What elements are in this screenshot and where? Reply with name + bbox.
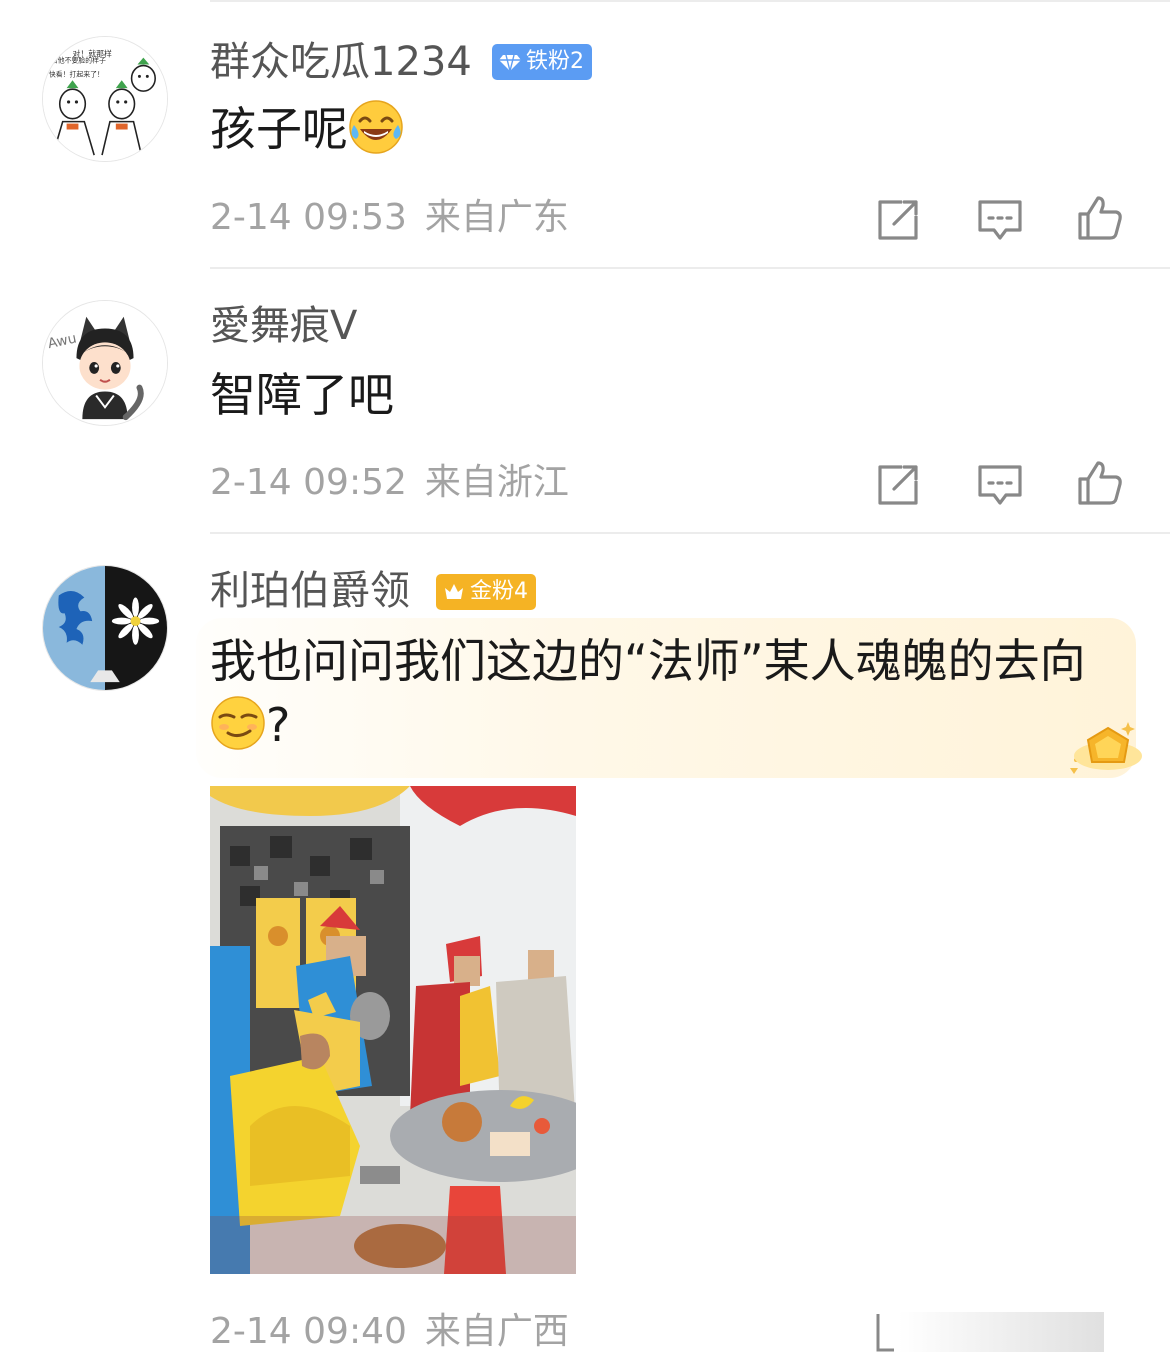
- laugh-cry-emoji: [349, 100, 403, 154]
- thumbs-up-icon[interactable]: [1074, 457, 1126, 509]
- comment-text-line2: ?: [210, 694, 290, 756]
- crown-icon: [445, 584, 463, 599]
- username[interactable]: 愛舞痕V: [210, 302, 357, 350]
- comment-meta: 2-14 09:52 来自浙江: [210, 461, 569, 505]
- divider: [210, 267, 1170, 269]
- comment-list: 对！就那样 给他不要脸的样子 快看！打起来了！ 群众吃瓜1234 铁粉2 孩子呢…: [0, 0, 1170, 1372]
- badge-label: 金粉4: [470, 579, 528, 604]
- fan-badge[interactable]: 铁粉2: [492, 44, 592, 80]
- action-bar-partial: [874, 1312, 1104, 1352]
- username[interactable]: 利珀伯爵领: [210, 567, 410, 615]
- gold-medal-icon: [1066, 716, 1152, 780]
- comment-time: 2-14 09:53: [210, 197, 407, 238]
- username[interactable]: 群众吃瓜1234: [210, 38, 472, 86]
- comment-text: 智障了吧: [210, 368, 394, 422]
- comment-location: 来自浙江: [424, 462, 569, 503]
- reply-icon[interactable]: [974, 459, 1026, 511]
- share-icon[interactable]: [872, 459, 924, 511]
- comment-text-content: ?: [266, 698, 291, 752]
- badge-label: 铁粉2: [526, 49, 584, 74]
- comment-text-line1: 我也问问我们这边的“法师”某人魂魄的去向: [210, 634, 1086, 688]
- share-icon[interactable]: [872, 194, 924, 246]
- comment-location: 来自广西: [424, 1311, 569, 1352]
- fan-badge[interactable]: 金粉4: [436, 574, 536, 610]
- comment-time: 2-14 09:40: [210, 1311, 407, 1352]
- comment-text: 孩子呢: [210, 98, 404, 160]
- reply-icon[interactable]: [974, 194, 1026, 246]
- divider: [210, 532, 1170, 534]
- comment-location: 来自广东: [424, 197, 569, 238]
- comment-time: 2-14 09:52: [210, 462, 407, 503]
- avatar[interactable]: 对！就那样 给他不要脸的样子 快看！打起来了！: [42, 36, 168, 162]
- svg-text:快看！打起来了！: 快看！打起来了！: [49, 69, 104, 78]
- avatar[interactable]: Awu: [42, 300, 168, 426]
- svg-text:给他不要脸的样子: 给他不要脸的样子: [51, 56, 106, 65]
- divider: [210, 0, 1170, 2]
- smirk-emoji: [211, 696, 265, 750]
- avatar[interactable]: [42, 565, 168, 691]
- comment-text-content: 孩子呢: [210, 102, 348, 156]
- thumbs-up-icon[interactable]: [1074, 192, 1126, 244]
- comment-meta: 2-14 09:53 来自广东: [210, 196, 569, 240]
- comment-photo[interactable]: [210, 786, 576, 1274]
- diamond-icon: [499, 54, 521, 72]
- comment-meta: 2-14 09:40 来自广西: [210, 1310, 569, 1354]
